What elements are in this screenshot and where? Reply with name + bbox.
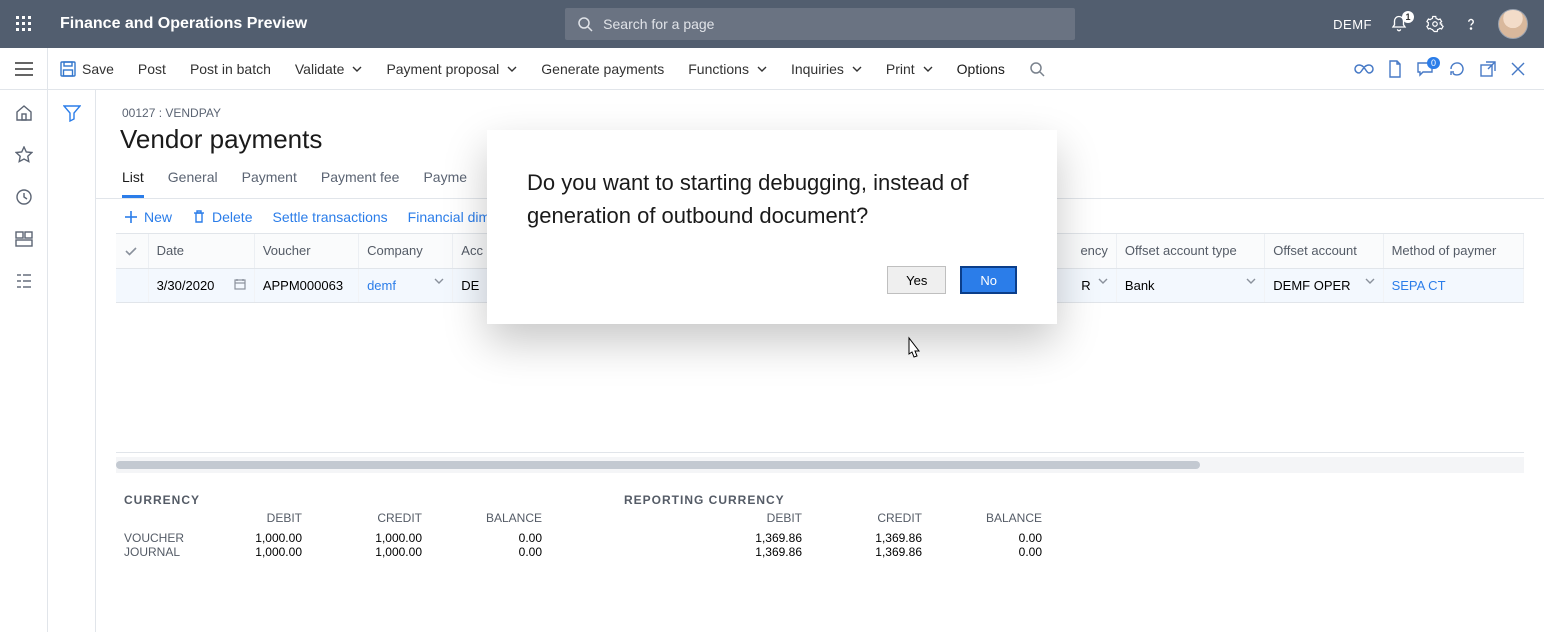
dialog-yes-button[interactable]: Yes (887, 266, 946, 294)
action-search-button[interactable] (1017, 48, 1057, 90)
cell-date[interactable]: 3/30/2020 (148, 268, 254, 302)
financial-dimensions-link[interactable]: Financial dime (408, 209, 498, 225)
dialog-no-button[interactable]: No (960, 266, 1017, 294)
breadcrumb: 00127 : VENDPAY (96, 90, 1544, 120)
star-icon[interactable] (15, 146, 33, 164)
col-company[interactable]: Company (359, 234, 453, 268)
new-button[interactable]: New (124, 209, 172, 225)
col-offset-type[interactable]: Offset account type (1116, 234, 1264, 268)
row-checkbox[interactable] (116, 268, 148, 302)
tab-payment[interactable]: Payment (242, 169, 297, 198)
chevron-down-icon[interactable] (1365, 278, 1375, 284)
document-icon[interactable] (1388, 60, 1402, 78)
app-title: Finance and Operations Preview (60, 15, 307, 33)
options-button[interactable]: Options (945, 48, 1017, 90)
home-icon[interactable] (15, 104, 33, 122)
chevron-down-icon[interactable] (1246, 278, 1256, 284)
chevron-down-icon[interactable] (434, 278, 444, 284)
bell-icon[interactable]: 1 (1390, 15, 1408, 33)
totals-region: CURRENCY DEBITCREDITBALANCE VOUCHER1,000… (96, 473, 1544, 559)
generate-payments-button[interactable]: Generate payments (529, 48, 676, 90)
totals-journal-row: 1,369.861,369.860.00 (624, 545, 1064, 559)
settle-transactions-link[interactable]: Settle transactions (272, 209, 387, 225)
save-label: Save (82, 61, 114, 77)
tab-more[interactable]: Payme (423, 169, 467, 198)
tab-payment-fee[interactable]: Payment fee (321, 169, 400, 198)
validate-dropdown[interactable]: Validate (283, 48, 375, 90)
app-header: Finance and Operations Preview Search fo… (0, 0, 1544, 48)
cell-offset-account[interactable]: DEMF OPER (1265, 268, 1383, 302)
tab-general[interactable]: General (168, 169, 218, 198)
waffle-icon[interactable] (0, 0, 48, 48)
col-voucher[interactable]: Voucher (254, 234, 358, 268)
save-button[interactable]: Save (48, 48, 126, 90)
payment-proposal-dropdown[interactable]: Payment proposal (374, 48, 529, 90)
avatar[interactable] (1498, 9, 1528, 39)
calendar-icon[interactable] (234, 278, 246, 290)
inquiries-dropdown[interactable]: Inquiries (779, 48, 874, 90)
dialog-message: Do you want to starting debugging, inste… (527, 166, 1017, 232)
col-method[interactable]: Method of paymer (1383, 234, 1523, 268)
totals-voucher-row: 1,369.861,369.860.00 (624, 531, 1064, 545)
popout-icon[interactable] (1480, 61, 1496, 77)
close-icon[interactable] (1510, 61, 1526, 77)
company-code[interactable]: DEMF (1333, 17, 1372, 32)
refresh-icon[interactable] (1448, 60, 1466, 78)
chevron-down-icon (757, 66, 767, 72)
functions-dropdown[interactable]: Functions (676, 48, 779, 90)
help-icon[interactable] (1462, 15, 1480, 33)
notification-badge: 1 (1402, 11, 1414, 23)
workspace-icon[interactable] (15, 230, 33, 248)
modules-icon[interactable] (15, 272, 33, 290)
post-button[interactable]: Post (126, 48, 178, 90)
cell-voucher[interactable]: APPM000063 (254, 268, 358, 302)
clock-icon[interactable] (15, 188, 33, 206)
cell-method[interactable]: SEPA CT (1383, 268, 1523, 302)
chevron-down-icon (852, 66, 862, 72)
cell-company[interactable]: demf (359, 268, 453, 302)
reporting-heading: REPORTING CURRENCY (624, 493, 1064, 507)
print-dropdown[interactable]: Print (874, 48, 945, 90)
grid-whitespace (116, 303, 1524, 453)
totals-voucher-row: VOUCHER1,000.001,000.000.00 (124, 531, 564, 545)
chevron-down-icon (923, 66, 933, 72)
horizontal-scrollbar[interactable] (116, 457, 1524, 473)
confirm-dialog: Do you want to starting debugging, inste… (487, 130, 1057, 324)
currency-heading: CURRENCY (124, 493, 564, 507)
cell-offset-type[interactable]: Bank (1116, 268, 1264, 302)
search-box[interactable]: Search for a page (565, 8, 1075, 40)
col-date[interactable]: Date (148, 234, 254, 268)
col-currency[interactable]: ency (1054, 234, 1116, 268)
scrollbar-thumb[interactable] (116, 461, 1200, 469)
left-rail (0, 90, 48, 632)
search-placeholder: Search for a page (603, 16, 714, 32)
cell-currency[interactable]: R (1054, 268, 1116, 302)
chevron-down-icon (352, 66, 362, 72)
filter-column (48, 90, 96, 632)
search-icon (577, 16, 593, 32)
funnel-icon[interactable] (63, 104, 81, 632)
col-offset-account[interactable]: Offset account (1265, 234, 1383, 268)
infinity-icon[interactable] (1354, 63, 1374, 75)
chevron-down-icon (507, 66, 517, 72)
post-in-batch-button[interactable]: Post in batch (178, 48, 283, 90)
message-icon[interactable]: 0 (1416, 61, 1434, 77)
delete-button[interactable]: Delete (192, 209, 252, 225)
tab-list[interactable]: List (122, 169, 144, 198)
select-all-checkbox[interactable] (116, 234, 148, 268)
totals-journal-row: JOURNAL1,000.001,000.000.00 (124, 545, 564, 559)
gear-icon[interactable] (1426, 15, 1444, 33)
chevron-down-icon[interactable] (1098, 278, 1108, 284)
hamburger-icon[interactable] (0, 48, 48, 90)
message-count: 0 (1427, 57, 1440, 69)
action-bar: Save Post Post in batch Validate Payment… (0, 48, 1544, 90)
